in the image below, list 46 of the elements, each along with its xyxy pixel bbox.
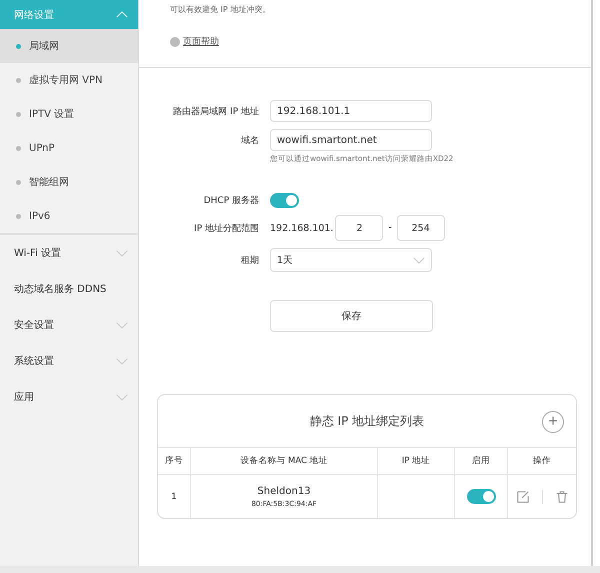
sidebar-item[interactable]: 安全设置 [0,307,138,343]
chevron-down-icon [116,322,128,328]
chevron-down-icon [413,256,425,264]
sidebar-item[interactable]: 应用 [0,379,138,415]
column-header: 序号 [158,448,190,474]
range-separator: - [388,223,392,233]
sidebar-subitem[interactable]: IPv6 [0,199,138,233]
chevron-down-icon [116,394,128,400]
table-cell: 1 [158,474,190,518]
field-label: IP 地址分配范围 [193,222,260,234]
sidebar-subitem[interactable]: 局域网 [0,29,138,63]
field-label: DHCP 服务器 [202,194,260,207]
save-button[interactable]: 保存 [270,300,433,332]
sidebar-item[interactable]: 系统设置 [0,343,138,379]
field-label: 域名 [240,134,260,146]
sidebar-subitem[interactable]: UPnP [0,131,138,165]
field-label: 租期 [240,254,260,266]
sidebar-subitem[interactable]: IPTV 设置 [0,97,138,131]
lease-dropdown[interactable]: 1天 [270,248,432,272]
trash-icon[interactable] [554,490,568,504]
help-link[interactable]: 页面帮助 [183,35,219,48]
sidebar-subitem[interactable]: 智能组网 [0,165,138,199]
column-header: 设备名称与 MAC 地址 [190,448,378,474]
device-name: Sheldon13 [256,486,312,496]
toggle-switch[interactable] [466,489,496,504]
column-header: IP 地址 [378,448,454,474]
input-field[interactable]: 2 [335,215,384,241]
toggle-switch[interactable] [270,193,299,208]
input-field[interactable]: 254 [396,215,445,241]
ip-prefix-text: 192.168.101. [270,222,334,234]
table-title: 静态 IP 地址绑定列表 [310,412,424,430]
field-label: 路由器局域网 IP 地址 [172,106,260,118]
input-field[interactable]: 192.168.101.1 [270,100,432,122]
column-header: 操作 [508,448,576,474]
input-field[interactable]: wowifi.smartont.net [270,129,432,151]
sidebar-item[interactable]: Wi-Fi 设置 [0,235,138,271]
description-text: 可以有效避免 IP 地址冲突。 [170,4,272,15]
add-button[interactable]: + [542,411,564,433]
edit-icon[interactable] [516,490,530,504]
help-icon [170,36,180,46]
sidebar-item[interactable]: 动态域名服务 DDNS [0,271,138,307]
chevron-up-icon [116,11,128,18]
column-header: 启用 [454,448,508,474]
sidebar-subitem[interactable]: 虚拟专用网 VPN [0,63,138,97]
chevron-down-icon [116,250,128,256]
chevron-down-icon [116,358,128,364]
